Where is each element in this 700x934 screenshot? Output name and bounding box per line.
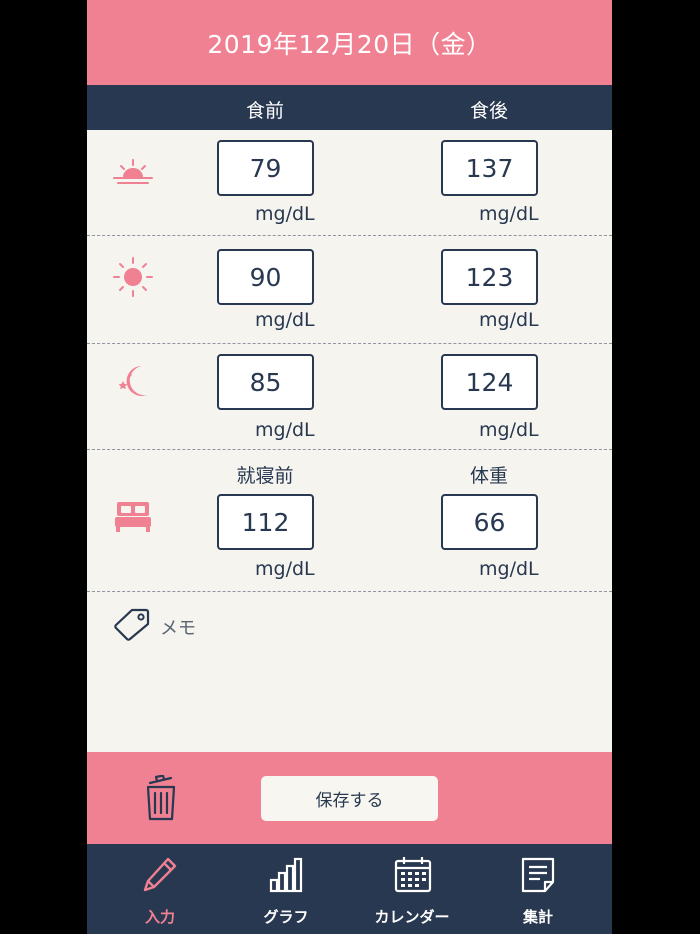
- tab-label: 入力: [144, 908, 175, 926]
- column-after-meal: 食後: [469, 100, 508, 122]
- sunrise-icon: [109, 152, 157, 192]
- unit-label: mg/dL: [479, 203, 539, 225]
- sun-icon: [109, 256, 157, 297]
- morning-before-input[interactable]: 79: [217, 140, 314, 196]
- app-screen: 2019年12月20日（金） 食前 食後 79 137 mg/dL mg/dL: [87, 0, 612, 934]
- tab-label: 集計: [522, 908, 553, 926]
- page-title: 2019年12月20日（金）: [207, 29, 492, 59]
- action-bar: 保存する: [87, 752, 612, 844]
- tab-label: グラフ: [263, 908, 309, 926]
- row-evening: 85 124 mg/dL mg/dL: [87, 344, 612, 449]
- bed-icon: [109, 498, 157, 538]
- moon-icon: [109, 362, 157, 402]
- memo-field[interactable]: メモ: [112, 606, 196, 647]
- tag-icon: [112, 606, 160, 647]
- noon-after-input[interactable]: 123: [441, 249, 538, 305]
- evening-after-input[interactable]: 124: [441, 354, 538, 410]
- unit-label: mg/dL: [479, 309, 539, 331]
- row-divider: [87, 591, 612, 592]
- row-morning: 79 137 mg/dL mg/dL: [87, 130, 612, 235]
- tab-calendar[interactable]: カレンダー: [357, 844, 467, 934]
- bedtime-input[interactable]: 112: [217, 494, 314, 550]
- unit-label: mg/dL: [479, 419, 539, 441]
- bar-chart-icon: [269, 857, 303, 893]
- document-icon: [521, 857, 555, 893]
- column-header-bar: 食前 食後: [87, 85, 612, 130]
- weight-input[interactable]: 66: [441, 494, 538, 550]
- tab-graph[interactable]: グラフ: [231, 844, 341, 934]
- tab-bar: 入力 グラフ カレンダー 集計: [87, 844, 612, 934]
- weight-label: 体重: [469, 465, 508, 487]
- evening-before-input[interactable]: 85: [217, 354, 314, 410]
- calendar-icon: [394, 857, 432, 893]
- tab-input[interactable]: 入力: [105, 844, 215, 934]
- pencil-icon: [143, 857, 177, 892]
- unit-label: mg/dL: [255, 558, 315, 580]
- column-before-meal: 食前: [245, 100, 284, 122]
- memo-label: メモ: [160, 617, 196, 639]
- tab-summary[interactable]: 集計: [483, 844, 593, 934]
- unit-label: mg/dL: [255, 309, 315, 331]
- noon-before-input[interactable]: 90: [217, 249, 314, 305]
- tab-label: カレンダー: [374, 908, 450, 926]
- morning-after-input[interactable]: 137: [441, 140, 538, 196]
- row-noon: 90 123 mg/dL mg/dL: [87, 236, 612, 343]
- bedtime-label: 就寝前: [236, 465, 294, 487]
- row-bedtime: 就寝前 体重 112 66 mg/dL mg/dL: [87, 450, 612, 591]
- unit-label: mg/dL: [255, 419, 315, 441]
- trash-icon[interactable]: [144, 774, 178, 821]
- save-button[interactable]: 保存する: [261, 776, 438, 821]
- unit-label: mg/dL: [255, 203, 315, 225]
- unit-label: mg/dL: [479, 558, 539, 580]
- date-header: 2019年12月20日（金）: [87, 0, 612, 85]
